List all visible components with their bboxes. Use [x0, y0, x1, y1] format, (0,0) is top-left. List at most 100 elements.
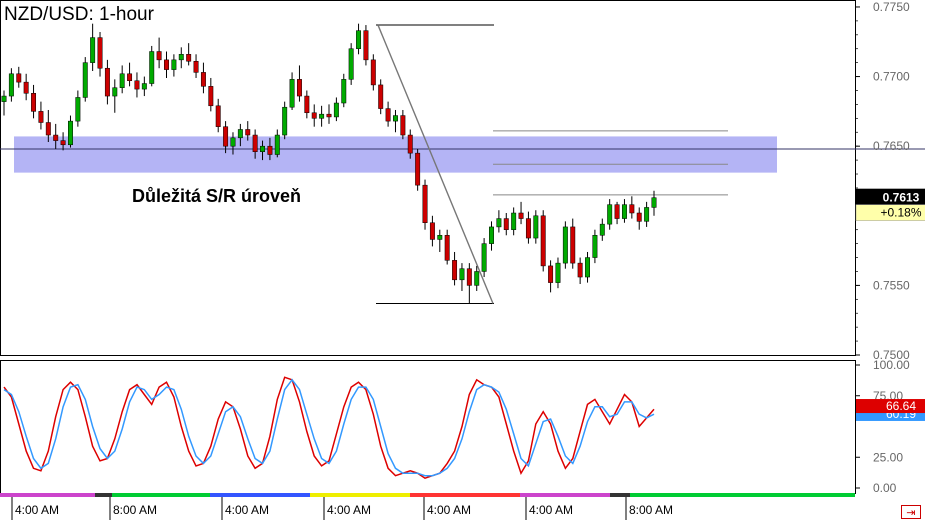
candle-body — [230, 137, 236, 147]
candle-body — [651, 197, 657, 208]
candle-body — [592, 235, 598, 258]
candle-body — [378, 84, 384, 109]
stoch-tick-label: 0.00 — [873, 481, 897, 495]
time-tick-label: 8:00 AM — [629, 503, 673, 517]
candle-body — [437, 235, 443, 240]
candle-body — [326, 113, 332, 118]
candle-body — [8, 73, 14, 97]
price-tick-label: 0.7750 — [873, 0, 910, 14]
candle-body — [540, 215, 546, 267]
session-bar-segment — [410, 493, 520, 497]
session-bar-segment — [520, 493, 610, 497]
candle-body — [38, 111, 44, 123]
candle-body — [599, 223, 605, 236]
candle-body — [267, 145, 273, 155]
session-bar-segment — [112, 493, 210, 497]
candle-body — [97, 37, 103, 69]
candle-body — [296, 79, 302, 97]
candle-body — [489, 226, 494, 244]
candle-body — [60, 140, 66, 146]
candle-body — [370, 59, 376, 86]
candle-body — [282, 106, 288, 136]
candle-body — [481, 243, 487, 272]
candle-body — [149, 51, 155, 84]
forex-chart: 0.77500.77000.76500.76000.75500.75000.76… — [0, 0, 925, 520]
session-bar-segment — [310, 493, 410, 497]
candle-body — [496, 218, 502, 228]
candle-body — [82, 62, 88, 98]
candle-body — [104, 67, 110, 97]
candle-body — [171, 59, 177, 70]
export-button[interactable]: ⇥ — [901, 505, 921, 519]
chart-title: NZD/USD: 1-hour — [4, 4, 155, 25]
session-bar-segment — [210, 493, 310, 497]
candle-body — [45, 122, 51, 136]
candle-body — [134, 80, 140, 90]
last-price-label: 0.7613 — [883, 191, 920, 205]
candle-body — [585, 257, 590, 278]
candle-body — [474, 271, 480, 286]
candle-body — [119, 73, 125, 88]
stochastic-pane — [0, 360, 856, 494]
candle-body — [260, 145, 265, 152]
price-tick-label: 0.7550 — [873, 278, 910, 292]
change-label: +0.18% — [880, 206, 921, 220]
candle-body — [621, 204, 627, 219]
candle-body — [400, 115, 406, 136]
session-bar-segment — [0, 493, 95, 497]
candle-body — [415, 152, 421, 186]
candle-body — [407, 134, 413, 154]
time-tick-label: 8:00 AM — [113, 503, 157, 517]
stoch-tick-label: 25.00 — [873, 450, 903, 464]
candle-body — [274, 134, 280, 155]
candle-body — [429, 222, 435, 240]
candle-body — [452, 260, 458, 281]
candle-body — [193, 61, 199, 73]
candle-body — [208, 86, 214, 107]
candle-body — [636, 212, 642, 222]
candle-body — [385, 108, 391, 122]
time-tick-label: 4:00 AM — [15, 503, 59, 517]
stoch-tick-label: 100.00 — [873, 358, 910, 372]
candle-body — [614, 204, 620, 219]
candle-body — [215, 105, 221, 127]
candle-body — [363, 30, 369, 61]
session-bar-segment — [95, 493, 112, 497]
candle-body — [459, 268, 465, 281]
time-tick-label: 4:00 AM — [529, 503, 573, 517]
candle-body — [178, 54, 184, 61]
candle-body — [53, 134, 59, 141]
candle-body — [570, 226, 576, 264]
session-bar-segment — [610, 493, 630, 497]
candle-body — [348, 48, 354, 80]
candle-body — [90, 37, 96, 63]
candle-body — [548, 265, 554, 283]
price-pane — [0, 0, 856, 356]
candle-body — [555, 262, 561, 283]
candle-body — [237, 129, 243, 139]
candle-body — [311, 112, 317, 119]
time-tick-label: 4:00 AM — [225, 503, 269, 517]
candle-body — [223, 126, 229, 147]
candle-body — [16, 73, 22, 83]
support-resistance-zone — [14, 136, 777, 173]
candle-body — [503, 218, 509, 230]
time-tick-label: 4:00 AM — [327, 503, 371, 517]
candle-body — [607, 204, 613, 225]
candle-body — [23, 81, 29, 94]
candle-body — [518, 212, 524, 219]
candle-body — [156, 51, 162, 61]
candle-body — [68, 120, 73, 146]
candle-body — [466, 268, 472, 286]
candle-body — [629, 204, 635, 214]
candle-body — [245, 129, 251, 136]
candle-body — [1, 95, 7, 102]
candle-body — [644, 207, 650, 222]
candle-body — [356, 30, 362, 49]
candle-body — [164, 59, 169, 70]
candle-body — [525, 218, 531, 239]
candle-body — [511, 212, 517, 230]
candle-body — [75, 97, 81, 122]
candle-body — [577, 262, 583, 278]
candle-body — [289, 79, 295, 108]
